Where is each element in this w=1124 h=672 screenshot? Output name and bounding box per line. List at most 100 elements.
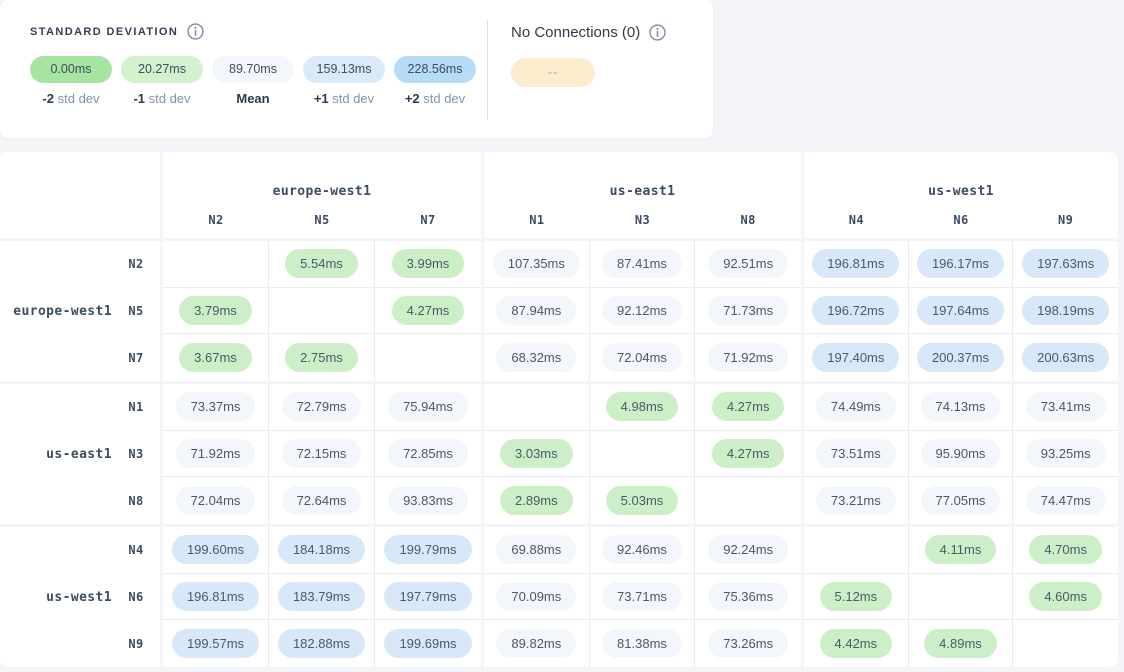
latency-cell [590, 431, 696, 478]
latency-cell[interactable]: 3.79ms [163, 288, 269, 335]
latency-cell[interactable]: 196.72ms [804, 288, 909, 335]
latency-cell[interactable]: 69.88ms [484, 527, 590, 574]
latency-cell[interactable]: 73.41ms [1013, 384, 1118, 431]
latency-cell[interactable]: 197.64ms [909, 288, 1014, 335]
latency-cell[interactable]: 196.17ms [909, 241, 1014, 288]
latency-pill: 200.37ms [917, 343, 1004, 372]
latency-cell[interactable]: 72.79ms [269, 384, 375, 431]
latency-cell[interactable]: 87.94ms [484, 288, 590, 335]
latency-cell[interactable]: 75.36ms [695, 574, 801, 621]
latency-cell[interactable]: 93.83ms [375, 477, 481, 524]
legend-title: STANDARD DEVIATION [30, 26, 178, 38]
legend-label: +1 std dev [303, 91, 385, 106]
latency-cell[interactable]: 4.60ms [1013, 574, 1118, 621]
legend-label: Mean [212, 91, 294, 106]
latency-cell[interactable]: 184.18ms [269, 527, 375, 574]
latency-cell[interactable]: 197.40ms [804, 334, 909, 381]
latency-cell[interactable]: 3.67ms [163, 334, 269, 381]
latency-cell[interactable]: 71.92ms [163, 431, 269, 478]
latency-cell[interactable]: 92.51ms [695, 241, 801, 288]
latency-pill: 71.73ms [708, 296, 788, 325]
latency-cell[interactable]: 4.27ms [375, 288, 481, 335]
latency-pill: 70.09ms [496, 582, 576, 611]
latency-cell[interactable]: 70.09ms [484, 574, 590, 621]
latency-cell[interactable]: 4.11ms [909, 527, 1014, 574]
latency-cell[interactable]: 72.04ms [590, 334, 696, 381]
latency-cell[interactable]: 196.81ms [804, 241, 909, 288]
node-column-label: N1 [484, 213, 590, 227]
latency-cell[interactable]: 4.89ms [909, 620, 1014, 667]
latency-cell[interactable]: 4.27ms [695, 431, 801, 478]
matrix-section: 107.35ms87.41ms92.51ms 87.94ms 92.12ms 71.7… [484, 241, 801, 381]
latency-pill: 77.05ms [921, 486, 1001, 515]
latency-cell[interactable]: 198.19ms [1013, 288, 1118, 335]
latency-cell[interactable]: 2.75ms [269, 334, 375, 381]
latency-cell[interactable]: 196.81ms [163, 574, 269, 621]
latency-cell[interactable]: 73.21ms [804, 477, 909, 524]
latency-cell[interactable]: 3.03ms [484, 431, 590, 478]
latency-cell[interactable]: 71.73ms [695, 288, 801, 335]
latency-cell[interactable]: 183.79ms [269, 574, 375, 621]
latency-cell[interactable]: 93.25ms [1013, 431, 1118, 478]
legend-pill-green-light: 20.27ms [121, 56, 203, 83]
latency-cell[interactable]: 95.90ms [909, 431, 1014, 478]
node-row-label: N6 [112, 574, 160, 621]
latency-cell[interactable]: 107.35ms [484, 241, 590, 288]
latency-cell[interactable]: 77.05ms [909, 477, 1014, 524]
latency-cell[interactable]: 3.99ms [375, 241, 481, 288]
latency-cell[interactable]: 199.79ms [375, 527, 481, 574]
latency-cell[interactable]: 199.60ms [163, 527, 269, 574]
latency-pill: 199.57ms [172, 629, 259, 658]
latency-pill: 5.54ms [285, 249, 358, 278]
latency-cell[interactable]: 197.79ms [375, 574, 481, 621]
legend-label: -1 std dev [121, 91, 203, 106]
latency-cell[interactable]: 74.47ms [1013, 477, 1118, 524]
latency-cell[interactable]: 89.82ms [484, 620, 590, 667]
node-row-label: N9 [112, 620, 160, 667]
latency-cell[interactable]: 72.04ms [163, 477, 269, 524]
latency-pill: 93.83ms [388, 486, 468, 515]
latency-pill: 199.79ms [384, 535, 471, 564]
latency-pill: 87.94ms [496, 296, 576, 325]
latency-pill: 4.27ms [392, 296, 465, 325]
latency-cell[interactable]: 200.63ms [1013, 334, 1118, 381]
latency-cell[interactable]: 4.42ms [804, 620, 909, 667]
latency-cell[interactable]: 4.27ms [695, 384, 801, 431]
divider [487, 20, 488, 120]
node-row-label: N3 [112, 431, 160, 478]
latency-cell[interactable]: 4.70ms [1013, 527, 1118, 574]
latency-cell[interactable]: 74.49ms [804, 384, 909, 431]
latency-cell[interactable]: 4.98ms [590, 384, 696, 431]
latency-cell[interactable]: 75.94ms [375, 384, 481, 431]
latency-cell[interactable]: 5.12ms [804, 574, 909, 621]
latency-cell[interactable]: 92.46ms [590, 527, 696, 574]
latency-pill: 4.98ms [606, 392, 679, 421]
latency-cell[interactable]: 87.41ms [590, 241, 696, 288]
latency-cell[interactable]: 81.38ms [590, 620, 696, 667]
latency-cell[interactable]: 72.85ms [375, 431, 481, 478]
latency-cell [1013, 620, 1118, 667]
latency-cell[interactable]: 73.37ms [163, 384, 269, 431]
latency-cell[interactable]: 72.64ms [269, 477, 375, 524]
latency-cell[interactable]: 92.12ms [590, 288, 696, 335]
info-icon[interactable] [187, 23, 204, 40]
latency-cell[interactable]: 5.54ms [269, 241, 375, 288]
latency-cell[interactable]: 74.13ms [909, 384, 1014, 431]
latency-cell[interactable]: 2.89ms [484, 477, 590, 524]
latency-cell[interactable]: 71.92ms [695, 334, 801, 381]
latency-cell[interactable]: 197.63ms [1013, 241, 1118, 288]
latency-cell[interactable]: 68.32ms [484, 334, 590, 381]
latency-pill: 71.92ms [708, 343, 788, 372]
latency-cell[interactable]: 200.37ms [909, 334, 1014, 381]
latency-cell[interactable]: 5.03ms [590, 477, 696, 524]
latency-cell[interactable]: 92.24ms [695, 527, 801, 574]
latency-cell [269, 288, 375, 335]
latency-cell[interactable]: 182.88ms [269, 620, 375, 667]
latency-cell[interactable]: 199.69ms [375, 620, 481, 667]
latency-cell[interactable]: 73.71ms [590, 574, 696, 621]
latency-cell[interactable]: 199.57ms [163, 620, 269, 667]
latency-cell[interactable]: 72.15ms [269, 431, 375, 478]
info-icon[interactable] [649, 24, 666, 41]
latency-cell[interactable]: 73.51ms [804, 431, 909, 478]
latency-cell[interactable]: 73.26ms [695, 620, 801, 667]
